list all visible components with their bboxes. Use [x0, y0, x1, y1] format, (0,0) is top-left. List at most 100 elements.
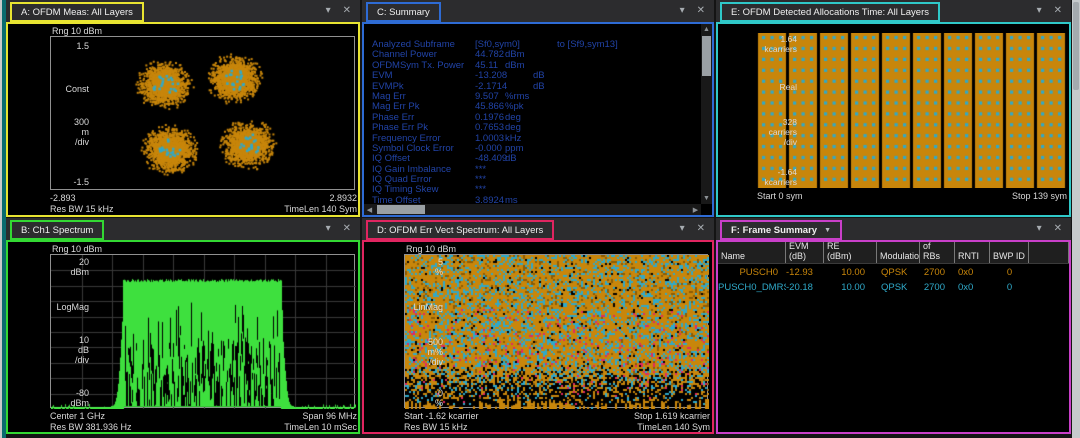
x-axis-right-label: 2.8932: [329, 193, 357, 203]
panel-f-content: Name EVM(dB) Power per RE(dBm) Modulatio…: [716, 240, 1071, 434]
collapse-icon[interactable]: ▾: [326, 6, 331, 16]
column-header-modulation: Modulation: [877, 242, 920, 263]
x-axis-left-label: -2.893: [50, 193, 76, 203]
y-axis-bottom-label: -1.5: [6, 177, 89, 187]
panel-b-title: B: Ch1 Spectrum: [21, 225, 93, 236]
trace-format-label: Const: [6, 84, 89, 94]
panel-c-titlebar: C: Summary ▾ ✕: [362, 0, 714, 22]
window-scrollbar[interactable]: [1072, 0, 1080, 438]
collapse-icon[interactable]: ▾: [326, 224, 331, 234]
y-axis-top-label: 20dBm: [6, 257, 89, 277]
close-icon[interactable]: ✕: [343, 6, 351, 16]
tab-summary[interactable]: C: Summary: [366, 2, 441, 22]
panel-d-content: Rng 10 dBm 5% LinMag 500m%/div 0% Start …: [362, 240, 714, 434]
close-icon[interactable]: ✕: [1054, 224, 1062, 234]
panel-a-content: Rng 10 dBm 1.5 Const 300m/div -1.5 -2.89…: [6, 22, 360, 217]
res-bw-label: Res BW 381.936 Hz: [50, 422, 132, 432]
column-header-bwp-id: BWP ID: [990, 242, 1029, 263]
y-axis-top-label: 1.5: [6, 41, 89, 51]
trace-format-label: LinMag: [362, 302, 443, 312]
panel-b-ch1-spectrum: B: Ch1 Spectrum ▾ ✕ Rng 10 dBm 20dBm Log…: [6, 218, 360, 434]
tab-frame-summary[interactable]: F: Frame Summary ▼: [720, 220, 842, 240]
allocations-canvas: [757, 33, 1067, 188]
x-axis-stop-label: Stop 1.619 kcarrier: [634, 411, 710, 421]
summary-row: Symbol Clock Error-0.000ppm: [364, 143, 701, 153]
center-freq-label: Center 1 GHz: [50, 411, 105, 421]
summary-text: Analyzed Subframe[Sf0,sym0]to [Sf9,sym13…: [364, 24, 701, 204]
collapse-icon[interactable]: ▾: [680, 6, 685, 16]
res-bw-label: Res BW 15 kHz: [50, 204, 114, 214]
summary-row: Frequency Error1.0003kHz: [364, 133, 701, 143]
panel-a-title: A: OFDM Meas: All Layers: [21, 7, 133, 18]
close-icon[interactable]: ✕: [343, 224, 351, 234]
horizontal-scrollbar[interactable]: ◀ ▶: [364, 204, 701, 215]
summary-row: Phase Err Pk0.7653deg: [364, 122, 701, 132]
panel-e-detected-allocations: E: OFDM Detected Allocations Time: All L…: [716, 0, 1071, 217]
y-axis-bottom-label: -1.64kcarriers: [716, 167, 797, 187]
allocations-plot: 1.64kcarriers Real 328carriers/div -1.64…: [757, 33, 1067, 188]
summary-row: IQ Quad Error***: [364, 174, 701, 184]
time-len-label: TimeLen 10 mSec: [284, 422, 357, 432]
panel-d-titlebar: D: OFDM Err Vect Spectrum: All Layers ▾ …: [362, 218, 714, 240]
panel-c-title: C: Summary: [377, 7, 430, 18]
time-len-label: TimeLen 140 Sym: [637, 422, 710, 432]
scroll-down-icon[interactable]: ▼: [701, 193, 712, 204]
x-axis-start-label: Start 0 sym: [757, 191, 803, 201]
panel-c-content: Analyzed Subframe[Sf0,sym0]to [Sf9,sym13…: [362, 22, 714, 217]
column-header-rnti: RNTI: [955, 242, 990, 263]
column-header-power: Power per RE(dBm): [824, 242, 877, 263]
dropdown-icon[interactable]: ▼: [824, 227, 831, 234]
scale-per-div-label: 500m%/div: [362, 337, 443, 367]
window-scrollbar-thumb[interactable]: [1073, 2, 1079, 90]
summary-row: Mag Err9.507%rms: [364, 91, 701, 101]
panel-d-title: D: OFDM Err Vect Spectrum: All Layers: [377, 225, 543, 236]
collapse-icon[interactable]: ▾: [1037, 6, 1042, 16]
close-icon[interactable]: ✕: [1054, 6, 1062, 16]
summary-row: IQ Timing Skew***: [364, 184, 701, 194]
scrollbar-thumb[interactable]: [377, 205, 425, 214]
summary-row: IQ Offset-48.409dB: [364, 153, 701, 163]
summary-row: OFDMSym Tx. Power45.11dBm: [364, 60, 701, 70]
scroll-left-icon[interactable]: ◀: [364, 204, 375, 215]
vertical-scrollbar[interactable]: ▲ ▼: [701, 24, 712, 204]
summary-row: Analyzed Subframe[Sf0,sym0]to [Sf9,sym13…: [364, 39, 701, 49]
summary-row: EVMPk-2.1714dB: [364, 81, 701, 91]
range-label: Rng 10 dBm: [52, 244, 102, 254]
summary-row: IQ Gain Imbalance***: [364, 164, 701, 174]
table-row-pusch0[interactable]: PUSCH0 -12.93 10.00 QPSK 2700 0x0 0: [718, 265, 1069, 280]
tab-ofdm-meas[interactable]: A: OFDM Meas: All Layers: [10, 2, 144, 22]
panel-e-title: E: OFDM Detected Allocations Time: All L…: [731, 7, 929, 18]
trace-format-label: Real: [716, 82, 797, 92]
y-axis-bottom-label: 0%: [362, 388, 443, 408]
x-axis-stop-label: Stop 139 sym: [1012, 191, 1067, 201]
scroll-up-icon[interactable]: ▲: [701, 24, 712, 35]
table-row-pusch0-dmrs[interactable]: PUSCH0_DMRS -20.18 10.00 QPSK 2700 0x0 0: [718, 280, 1069, 295]
panel-c-summary: C: Summary ▾ ✕ Analyzed Subframe[Sf0,sym…: [362, 0, 714, 217]
close-icon[interactable]: ✕: [697, 224, 705, 234]
summary-row: EVM-13.208dB: [364, 70, 701, 80]
range-label: Rng 10 dBm: [52, 26, 102, 36]
x-axis-start-label: Start -1.62 kcarrier: [404, 411, 479, 421]
panel-e-titlebar: E: OFDM Detected Allocations Time: All L…: [716, 0, 1071, 22]
panel-a-titlebar: A: OFDM Meas: All Layers ▾ ✕: [6, 0, 360, 22]
y-axis-top-label: 1.64kcarriers: [716, 34, 797, 54]
spectrum-canvas: [51, 255, 356, 409]
tab-detected-allocations[interactable]: E: OFDM Detected Allocations Time: All L…: [720, 2, 940, 22]
panel-f-titlebar: F: Frame Summary ▼ ▾ ✕: [716, 218, 1071, 240]
panel-e-content: 1.64kcarriers Real 328carriers/div -1.64…: [716, 22, 1071, 217]
tab-err-vect-spectrum[interactable]: D: OFDM Err Vect Spectrum: All Layers: [366, 220, 554, 240]
collapse-icon[interactable]: ▾: [1037, 224, 1042, 234]
collapse-icon[interactable]: ▾: [680, 224, 685, 234]
close-icon[interactable]: ✕: [697, 6, 705, 16]
column-header-evm: EVM(dB): [786, 242, 824, 263]
scale-per-div-label: 328carriers/div: [716, 117, 797, 147]
constellation-canvas: [51, 37, 356, 191]
tab-ch1-spectrum[interactable]: B: Ch1 Spectrum: [10, 220, 104, 240]
scroll-right-icon[interactable]: ▶: [690, 204, 701, 215]
scrollbar-thumb[interactable]: [702, 36, 711, 76]
panel-b-titlebar: B: Ch1 Spectrum ▾ ✕: [6, 218, 360, 240]
spectrum-plot: 20dBm LogMag 10dB/div -80dBm: [50, 254, 355, 408]
trace-format-label: LogMag: [6, 302, 89, 312]
summary-row: Channel Power44.782dBm: [364, 49, 701, 59]
span-label: Span 96 MHz: [302, 411, 357, 421]
